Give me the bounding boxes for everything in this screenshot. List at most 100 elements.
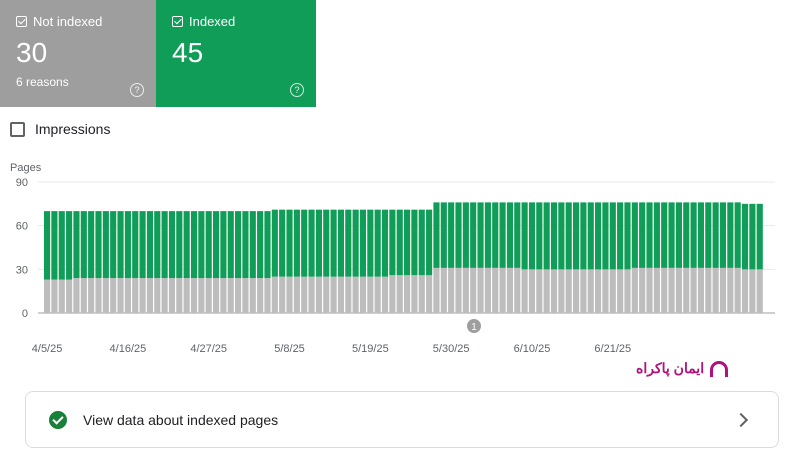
indexed-card[interactable]: Indexed 45 ? bbox=[156, 0, 316, 107]
bar-indexed[interactable] bbox=[492, 202, 499, 268]
bar-indexed[interactable] bbox=[271, 209, 278, 277]
bar-not-indexed[interactable] bbox=[683, 267, 690, 313]
bar-indexed[interactable] bbox=[624, 202, 631, 270]
bar-not-indexed[interactable] bbox=[602, 269, 609, 313]
bar-not-indexed[interactable] bbox=[381, 276, 389, 313]
bar-not-indexed[interactable] bbox=[514, 267, 521, 313]
bar-indexed[interactable] bbox=[139, 211, 146, 279]
bar-indexed[interactable] bbox=[345, 209, 352, 277]
bar-not-indexed[interactable] bbox=[249, 278, 256, 313]
bar-not-indexed[interactable] bbox=[301, 276, 308, 313]
bar-indexed[interactable] bbox=[389, 209, 396, 276]
bar-indexed[interactable] bbox=[455, 202, 462, 268]
bar-not-indexed[interactable] bbox=[418, 275, 425, 313]
bar-indexed[interactable] bbox=[286, 209, 293, 277]
bar-indexed[interactable] bbox=[359, 209, 367, 277]
bar-indexed[interactable] bbox=[543, 202, 550, 270]
bar-not-indexed[interactable] bbox=[161, 278, 168, 313]
bar-indexed[interactable] bbox=[95, 211, 102, 279]
bar-indexed[interactable] bbox=[514, 202, 521, 268]
bar-indexed[interactable] bbox=[220, 211, 227, 279]
bar-not-indexed[interactable] bbox=[705, 267, 712, 313]
bar-not-indexed[interactable] bbox=[293, 276, 300, 313]
bar-not-indexed[interactable] bbox=[741, 269, 749, 313]
bar-indexed[interactable] bbox=[477, 202, 484, 268]
bar-not-indexed[interactable] bbox=[440, 267, 447, 313]
bar-indexed[interactable] bbox=[66, 211, 73, 280]
bar-not-indexed[interactable] bbox=[668, 267, 675, 313]
bar-indexed[interactable] bbox=[741, 203, 749, 270]
bar-not-indexed[interactable] bbox=[374, 276, 381, 313]
bar-not-indexed[interactable] bbox=[448, 267, 455, 313]
bar-not-indexed[interactable] bbox=[58, 279, 65, 313]
bar-not-indexed[interactable] bbox=[279, 276, 286, 313]
bar-indexed[interactable] bbox=[308, 209, 315, 277]
bar-not-indexed[interactable] bbox=[124, 278, 131, 313]
not-indexed-card[interactable]: Not indexed 30 6 reasons ? bbox=[0, 0, 156, 107]
bar-indexed[interactable] bbox=[242, 211, 249, 279]
bar-indexed[interactable] bbox=[646, 202, 653, 268]
bar-indexed[interactable] bbox=[697, 202, 705, 268]
bar-indexed[interactable] bbox=[506, 202, 514, 268]
bar-indexed[interactable] bbox=[661, 202, 668, 268]
bar-not-indexed[interactable] bbox=[543, 269, 550, 313]
bar-not-indexed[interactable] bbox=[257, 278, 264, 313]
bar-indexed[interactable] bbox=[88, 211, 95, 279]
bar-indexed[interactable] bbox=[683, 202, 690, 268]
bar-indexed[interactable] bbox=[301, 209, 308, 277]
bar-not-indexed[interactable] bbox=[734, 267, 741, 313]
bar-indexed[interactable] bbox=[411, 209, 418, 276]
bar-indexed[interactable] bbox=[51, 211, 58, 280]
bar-indexed[interactable] bbox=[154, 211, 161, 279]
bar-indexed[interactable] bbox=[558, 202, 565, 270]
bar-not-indexed[interactable] bbox=[661, 267, 668, 313]
bar-not-indexed[interactable] bbox=[470, 267, 477, 313]
bar-indexed[interactable] bbox=[749, 203, 756, 270]
bar-indexed[interactable] bbox=[690, 202, 697, 268]
bar-indexed[interactable] bbox=[279, 209, 286, 277]
bar-not-indexed[interactable] bbox=[330, 276, 337, 313]
bar-not-indexed[interactable] bbox=[646, 267, 653, 313]
bar-not-indexed[interactable] bbox=[352, 276, 359, 313]
bar-not-indexed[interactable] bbox=[426, 275, 433, 313]
bar-not-indexed[interactable] bbox=[51, 279, 58, 313]
bar-not-indexed[interactable] bbox=[315, 276, 322, 313]
bar-indexed[interactable] bbox=[110, 211, 117, 279]
bar-not-indexed[interactable] bbox=[528, 269, 536, 313]
bar-indexed[interactable] bbox=[396, 209, 403, 276]
bar-indexed[interactable] bbox=[124, 211, 131, 279]
bar-indexed[interactable] bbox=[205, 211, 212, 279]
bar-indexed[interactable] bbox=[381, 209, 389, 277]
bar-indexed[interactable] bbox=[293, 209, 300, 277]
bar-indexed[interactable] bbox=[161, 211, 168, 279]
bar-indexed[interactable] bbox=[323, 209, 330, 277]
annotation-marker[interactable]: 1 bbox=[467, 319, 481, 333]
bar-not-indexed[interactable] bbox=[110, 278, 117, 313]
bar-not-indexed[interactable] bbox=[66, 279, 73, 313]
bar-not-indexed[interactable] bbox=[212, 278, 220, 313]
bar-not-indexed[interactable] bbox=[242, 278, 249, 313]
bar-indexed[interactable] bbox=[727, 202, 734, 268]
bar-indexed[interactable] bbox=[132, 211, 139, 279]
bar-not-indexed[interactable] bbox=[308, 276, 315, 313]
bar-not-indexed[interactable] bbox=[455, 267, 462, 313]
bar-indexed[interactable] bbox=[440, 202, 447, 268]
bar-not-indexed[interactable] bbox=[727, 267, 734, 313]
bar-not-indexed[interactable] bbox=[521, 269, 528, 313]
bar-indexed[interactable] bbox=[580, 202, 587, 270]
bar-not-indexed[interactable] bbox=[690, 267, 697, 313]
bar-not-indexed[interactable] bbox=[80, 278, 87, 313]
bar-not-indexed[interactable] bbox=[117, 278, 124, 313]
bar-indexed[interactable] bbox=[470, 202, 477, 268]
bar-not-indexed[interactable] bbox=[139, 278, 146, 313]
bar-indexed[interactable] bbox=[235, 211, 242, 279]
bar-not-indexed[interactable] bbox=[198, 278, 205, 313]
bar-indexed[interactable] bbox=[58, 211, 65, 280]
bar-indexed[interactable] bbox=[212, 211, 220, 279]
bar-not-indexed[interactable] bbox=[719, 267, 727, 313]
bar-indexed[interactable] bbox=[668, 202, 675, 268]
bar-indexed[interactable] bbox=[367, 209, 374, 277]
bar-not-indexed[interactable] bbox=[492, 267, 499, 313]
bar-not-indexed[interactable] bbox=[712, 267, 719, 313]
checkbox-checked-icon[interactable] bbox=[16, 16, 27, 27]
